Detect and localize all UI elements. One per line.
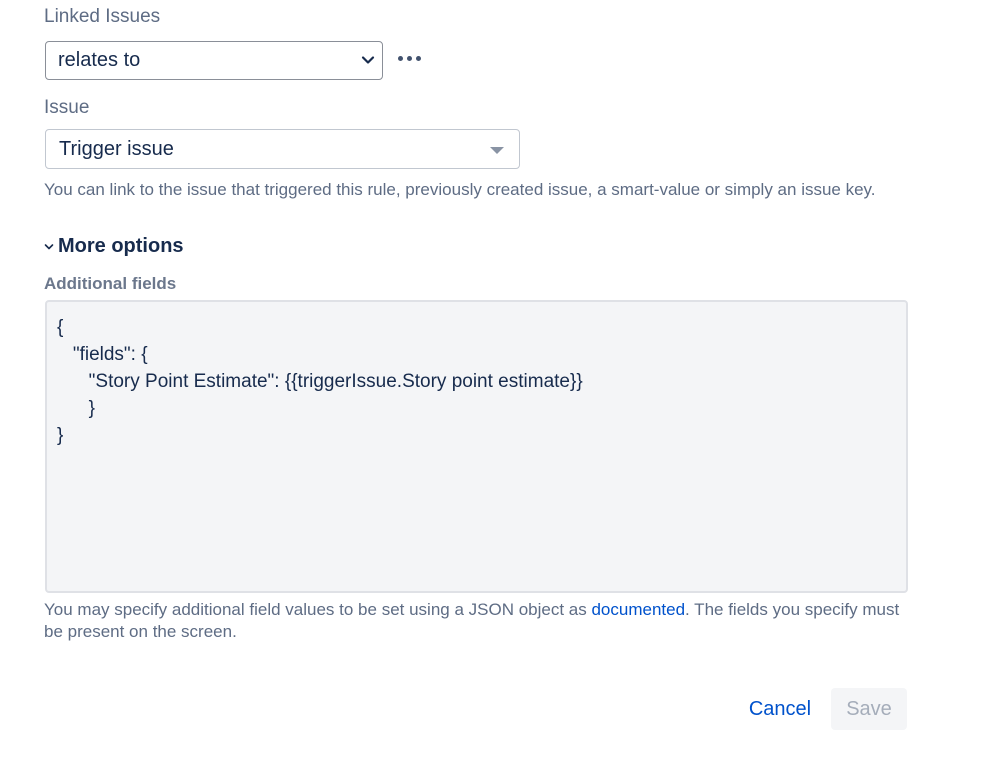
documented-link[interactable]: documented	[591, 600, 685, 619]
linked-issues-label: Linked Issues	[44, 6, 161, 27]
more-options-label: More options	[58, 235, 184, 257]
help-text-before: You may specify additional field values …	[44, 600, 592, 619]
cancel-button[interactable]: Cancel	[735, 688, 825, 730]
chevron-down-icon	[361, 56, 375, 64]
issue-value: Trigger issue	[59, 137, 174, 160]
issue-help-text: You can link to the issue that triggered…	[44, 180, 876, 199]
additional-fields-label: Additional fields	[44, 274, 177, 293]
issue-select[interactable]: Trigger issue	[45, 129, 520, 169]
additional-fields-textarea[interactable]: { "fields": { "Story Point Estimate": {{…	[45, 300, 908, 593]
caret-down-icon	[490, 147, 504, 154]
chevron-down-icon	[44, 243, 54, 249]
more-horizontal-icon[interactable]	[398, 52, 426, 64]
link-type-select[interactable]: relates to	[45, 41, 383, 80]
additional-fields-help: You may specify additional field values …	[44, 599, 904, 643]
issue-label: Issue	[44, 97, 90, 118]
link-type-value: relates to	[58, 49, 141, 71]
rule-component-form: Linked Issues relates to Issue Trigger i…	[0, 0, 999, 784]
more-options-toggle[interactable]: More options	[44, 235, 184, 258]
save-button[interactable]: Save	[831, 688, 907, 730]
